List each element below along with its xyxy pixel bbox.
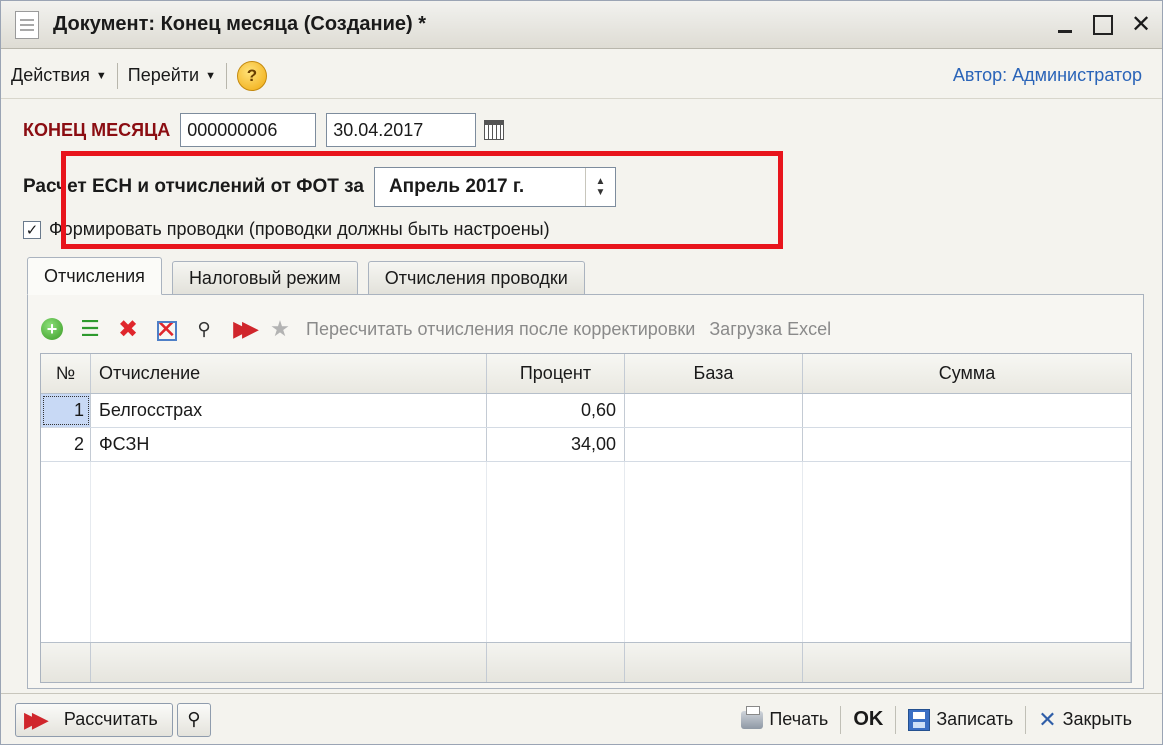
row-number-cell[interactable]: 1: [41, 394, 91, 427]
deduction-name-cell[interactable]: Белгосстрах: [91, 394, 487, 427]
goto-menu[interactable]: Перейти ▼: [118, 65, 226, 86]
goto-menu-label: Перейти: [127, 65, 200, 85]
bottom-actions: Печать OK Записать ✕ Закрыть: [729, 705, 1144, 734]
add-row-button[interactable]: +: [40, 317, 64, 341]
floppy-disk-icon: [908, 708, 931, 731]
actions-menu-label: Действия: [11, 65, 90, 85]
period-value: Апрель 2017 г.: [388, 176, 525, 197]
empty-column: [803, 462, 1131, 644]
column-header-sum[interactable]: Сумма: [803, 354, 1131, 393]
esn-period-row: Расчет ЕСН и отчислений от ФОТ за Апрель…: [23, 167, 616, 207]
footer-cell: [91, 643, 487, 682]
document-date-field[interactable]: 30.04.2017: [326, 113, 477, 147]
table-toolbar: + ☰ ✖ ✕ ⚲ ▶▶ ★ Пересчитать отчисления по…: [40, 314, 831, 344]
column-header-percent[interactable]: Процент: [487, 354, 625, 393]
period-spinner[interactable]: ▲ ▼: [584, 168, 615, 206]
table-footer: [41, 642, 1131, 682]
calculate-button[interactable]: ▶▶ Рассчитать: [15, 702, 173, 737]
document-window: Документ: Конец месяца (Создание) * ✕ Де…: [0, 0, 1163, 745]
close-label: Закрыть: [1062, 709, 1132, 729]
tab-tax-regime[interactable]: Налоговый режим: [171, 261, 358, 295]
search-icon[interactable]: ⚲: [192, 317, 216, 341]
empty-column: [91, 462, 487, 644]
deduction-name-cell[interactable]: ФСЗН: [91, 428, 487, 461]
column-header-deduction[interactable]: Отчисление: [91, 354, 487, 393]
print-button[interactable]: Печать: [729, 705, 840, 730]
printer-icon: [741, 705, 764, 729]
form-postings-checkbox[interactable]: ✓: [23, 220, 41, 239]
fill-icon: ▶▶: [24, 706, 49, 732]
print-label: Печать: [769, 709, 829, 729]
empty-column: [625, 462, 803, 644]
search-button[interactable]: ⚲: [176, 702, 211, 737]
posting-option-row: ✓ Формировать проводки (проводки должны …: [23, 219, 550, 240]
document-header-row: КОНЕЦ МЕСЯЦА 000000006 30.04.2017: [23, 113, 505, 147]
close-button[interactable]: ✕ Закрыть: [1026, 707, 1144, 733]
search-icon: ⚲: [187, 709, 201, 729]
add-icon: +: [41, 318, 63, 340]
delete-mark-icon[interactable]: ✕: [154, 314, 178, 344]
base-cell[interactable]: [625, 428, 803, 461]
tab-bar: Отчисления Налоговый режим Отчисления пр…: [27, 257, 595, 295]
save-button[interactable]: Записать: [896, 708, 1025, 731]
excel-import-button[interactable]: Загрузка Excel: [709, 319, 831, 340]
help-icon[interactable]: ?: [236, 60, 267, 91]
footer-cell: [625, 643, 803, 682]
fill-icon[interactable]: ▶▶: [230, 316, 259, 341]
window-controls: ✕: [1054, 11, 1152, 38]
footer-cell: [487, 643, 625, 682]
document-number-field[interactable]: 000000006: [180, 113, 317, 147]
empty-column: [41, 462, 91, 644]
footer-cell: [803, 643, 1131, 682]
table-empty-area[interactable]: [41, 462, 1131, 644]
calculate-label: Рассчитать: [63, 709, 158, 729]
form-postings-label: Формировать проводки (проводки должны бы…: [49, 219, 550, 239]
chevron-down-icon: ▼: [205, 69, 216, 82]
save-label: Записать: [936, 709, 1014, 729]
hierarchy-icon[interactable]: ☰: [78, 316, 102, 341]
spin-up-icon[interactable]: ▲: [595, 176, 605, 187]
recalc-button[interactable]: Пересчитать отчисления после корректиров…: [306, 319, 695, 340]
table-row[interactable]: 1 Белгосстрах 0,60: [41, 394, 1131, 428]
menu-bar: Действия ▼ Перейти ▼ ? Автор: Администра…: [1, 53, 1162, 99]
percent-cell[interactable]: 34,00: [487, 428, 625, 461]
recalc-star-icon[interactable]: ★: [268, 316, 292, 341]
tab-deductions[interactable]: Отчисления: [27, 257, 162, 295]
table-header: № Отчисление Процент База Сумма: [41, 354, 1131, 394]
maximize-button[interactable]: [1092, 14, 1114, 36]
tab-panel-deductions: + ☰ ✖ ✕ ⚲ ▶▶ ★ Пересчитать отчисления по…: [27, 294, 1144, 689]
empty-column: [487, 462, 625, 644]
base-cell[interactable]: [625, 394, 803, 427]
chevron-down-icon: ▼: [95, 69, 107, 82]
spin-down-icon[interactable]: ▼: [595, 187, 605, 198]
author-link[interactable]: Автор: Администратор: [953, 65, 1142, 86]
document-icon: [15, 10, 39, 39]
window-title: Документ: Конец месяца (Создание) *: [53, 13, 427, 35]
bottom-bar: ▶▶ Рассчитать ⚲ Печать OK Записать ✕ Зак…: [1, 693, 1162, 745]
footer-cell: [41, 643, 91, 682]
column-header-no[interactable]: №: [41, 354, 91, 393]
tab-deduction-postings[interactable]: Отчисления проводки: [367, 261, 585, 295]
close-icon: ✕: [1038, 706, 1057, 732]
delete-icon[interactable]: ✖: [116, 316, 140, 343]
percent-cell[interactable]: 0,60: [487, 394, 625, 427]
ok-button[interactable]: OK: [841, 708, 895, 731]
sum-cell[interactable]: [803, 428, 1131, 461]
column-header-base[interactable]: База: [625, 354, 803, 393]
sum-cell[interactable]: [803, 394, 1131, 427]
menu-divider: [225, 62, 227, 89]
document-type-label: КОНЕЦ МЕСЯЦА: [23, 119, 171, 140]
row-number-cell[interactable]: 2: [41, 428, 91, 461]
close-window-button[interactable]: ✕: [1130, 11, 1152, 38]
deductions-table: № Отчисление Процент База Сумма 1 Белгос…: [40, 353, 1132, 683]
period-field[interactable]: Апрель 2017 г. ▲ ▼: [373, 167, 616, 207]
title-bar: Документ: Конец месяца (Создание) * ✕: [1, 1, 1162, 49]
esn-period-label: Расчет ЕСН и отчислений от ФОТ за: [23, 176, 364, 197]
minimize-button[interactable]: [1054, 14, 1076, 36]
calendar-icon[interactable]: [484, 120, 505, 140]
actions-menu[interactable]: Действия ▼: [1, 65, 117, 86]
table-row[interactable]: 2 ФСЗН 34,00: [41, 428, 1131, 462]
